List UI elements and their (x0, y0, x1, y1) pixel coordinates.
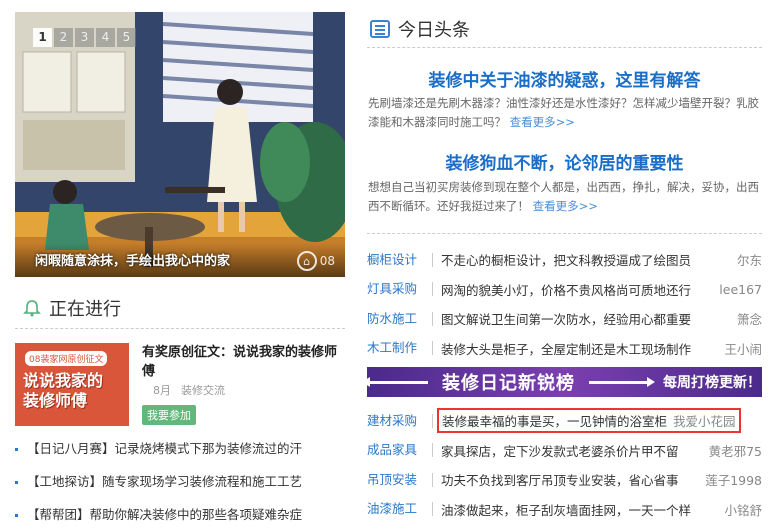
item-author[interactable]: 黄老邪75 (709, 441, 762, 460)
watermark-text: 08 (319, 254, 335, 268)
promo-image-tag: 08装家网原创征文 (25, 351, 108, 366)
category-link[interactable]: 吊顶安装 (367, 472, 433, 487)
list-item: 橱柜设计 不走心的橱柜设计，把文科教授逼成了绘图员 尔东 (367, 245, 762, 275)
featured-slider[interactable]: 1 2 3 4 5 闲暇随意涂抹，手绘出我心中的家 ⌂ 08 (15, 12, 345, 277)
headlines-title: 今日头条 (398, 20, 470, 41)
item-title[interactable]: 家具探店，定下沙发款式老婆杀价片甲不留 (441, 441, 703, 460)
headline-1[interactable]: 装修中关于油漆的疑惑，这里有解答 (367, 66, 762, 91)
banner-main-text: 装修日记新锐榜 (442, 373, 575, 394)
item-author[interactable]: lee167 (719, 282, 762, 297)
divider (367, 233, 762, 234)
item-title[interactable]: 图文解说卫生间第一次防水，经验用心都重要 (441, 309, 731, 328)
item-author[interactable]: 尔东 (737, 250, 762, 269)
divider (367, 47, 762, 48)
slider-dot-1[interactable]: 1 (33, 28, 52, 47)
promo-image[interactable]: 08装家网原创征文 说说我家的 装修师傅 (15, 343, 129, 426)
right-arrow-icon (589, 376, 655, 387)
list-item: 建材采购 装修最幸福的事是买，一见钟情的浴室柜 我爱小花园 (367, 406, 762, 436)
item-title[interactable]: 网淘的貌美小灯，价格不贵风格尚可质地还行 (441, 280, 713, 299)
list-item[interactable]: 【日记八月赛】记录烧烤模式下那为装修流过的汗 (15, 438, 345, 471)
list-item: 成品家具 家具探店，定下沙发款式老婆杀价片甲不留 黄老邪75 (367, 436, 762, 466)
list-item: 防水施工 图文解说卫生间第一次防水，经验用心都重要 箫念 (367, 304, 762, 334)
category-link[interactable]: 油漆施工 (367, 502, 433, 517)
slide-caption[interactable]: 闲暇随意涂抹，手绘出我心中的家 (35, 250, 230, 269)
list-item: 吊顶安装 功夫不负找到客厅吊顶专业安装，省心省事 莲子1998 (367, 465, 762, 495)
left-arrow-icon (362, 376, 428, 387)
divider (15, 328, 345, 329)
item-title[interactable]: 功夫不负找到客厅吊顶专业安装，省心省事 (441, 470, 699, 489)
item-title[interactable]: 不走心的橱柜设计，把文科教授逼成了绘图员 (441, 250, 731, 269)
headline-2-summary: 想想自己当初买房装修到现在整个人都是，出西西，挣扎，解决，妥协，出西西不断循环。… (368, 180, 759, 213)
slider-dot-5[interactable]: 5 (117, 28, 136, 47)
house-logo-icon: ⌂ (296, 251, 317, 271)
more-link[interactable]: 查看更多>> (510, 115, 575, 129)
item-author[interactable]: 箫念 (737, 309, 762, 328)
slider-dot-3[interactable]: 3 (75, 28, 94, 47)
item-title[interactable]: 装修大头是柜子，全屋定制还是木工现场制作 (441, 339, 718, 358)
diary-list-b: 建材采购 装修最幸福的事是买，一见钟情的浴室柜 我爱小花园 成品家具 家具探店，… (367, 406, 762, 524)
bell-icon (23, 300, 41, 317)
more-link[interactable]: 查看更多>> (533, 199, 598, 213)
headline-1-summary: 先刷墙漆还是先刷木器漆？油性漆好还是水性漆好？怎样减少墙壁开裂？乳胶漆能和木器漆… (368, 96, 759, 129)
ranking-banner[interactable]: 装修日记新锐榜 每周打榜更新！ (362, 367, 762, 397)
ongoing-title: 正在进行 (49, 299, 121, 320)
item-author[interactable]: 莲子1998 (705, 470, 762, 489)
highlighted-item: 装修最幸福的事是买，一见钟情的浴室柜 我爱小花园 (437, 408, 741, 434)
promo-title[interactable]: 有奖原创征文：说说我家的装修师傅 (142, 343, 347, 381)
list-item: 油漆施工 油漆做起来，柜子刮灰墙面挂网，一天一个样 小铭舒 (367, 495, 762, 525)
item-author[interactable]: 王小闹 (724, 339, 762, 358)
category-link[interactable]: 成品家具 (367, 443, 433, 458)
join-button[interactable]: 我要参加 (142, 405, 196, 425)
slider-dot-2[interactable]: 2 (54, 28, 73, 47)
category-link[interactable]: 橱柜设计 (367, 252, 433, 267)
ongoing-header: 正在进行 (23, 295, 121, 321)
list-item[interactable]: 【帮帮团】帮助你解决装修中的那些各项疑难杂症 (15, 504, 345, 532)
newspaper-icon (370, 20, 390, 38)
promo-meta: 8月 装修交流 (153, 382, 225, 398)
list-item: 灯具采购 网淘的貌美小灯，价格不贵风格尚可质地还行 lee167 (367, 275, 762, 305)
category-link[interactable]: 木工制作 (367, 341, 433, 356)
category-link[interactable]: 建材采购 (367, 413, 433, 428)
ongoing-list: 【日记八月赛】记录烧烤模式下那为装修流过的汗 【工地探访】随专家现场学习装修流程… (15, 438, 345, 532)
category-link[interactable]: 防水施工 (367, 311, 433, 326)
slide-illustration (15, 12, 345, 277)
item-author[interactable]: 小铭舒 (724, 500, 762, 519)
item-title[interactable]: 装修最幸福的事是买，一见钟情的浴室柜 (442, 411, 667, 430)
list-item: 木工制作 装修大头是柜子，全屋定制还是木工现场制作 王小闹 (367, 334, 762, 364)
promo-category: 装修交流 (181, 384, 225, 397)
headline-2[interactable]: 装修狗血不断，论邻居的重要性 (367, 149, 762, 174)
item-author[interactable]: 我爱小花园 (673, 411, 736, 430)
headlines-header: 今日头条 (370, 16, 470, 42)
promo-image-text: 说说我家的 装修师傅 (23, 371, 104, 410)
list-item[interactable]: 【工地探访】随专家现场学习装修流程和施工工艺 (15, 471, 345, 504)
banner-sub-text: 每周打榜更新！ (663, 375, 761, 391)
site-watermark: ⌂ 08 (296, 251, 335, 271)
slider-dot-4[interactable]: 4 (96, 28, 115, 47)
category-link[interactable]: 灯具采购 (367, 282, 433, 297)
diary-list-a: 橱柜设计 不走心的橱柜设计，把文科教授逼成了绘图员 尔东 灯具采购 网淘的貌美小… (367, 245, 762, 363)
slider-pagination: 1 2 3 4 5 (33, 28, 136, 47)
item-title[interactable]: 油漆做起来，柜子刮灰墙面挂网，一天一个样 (441, 500, 718, 519)
promo-month: 8月 (153, 384, 171, 397)
